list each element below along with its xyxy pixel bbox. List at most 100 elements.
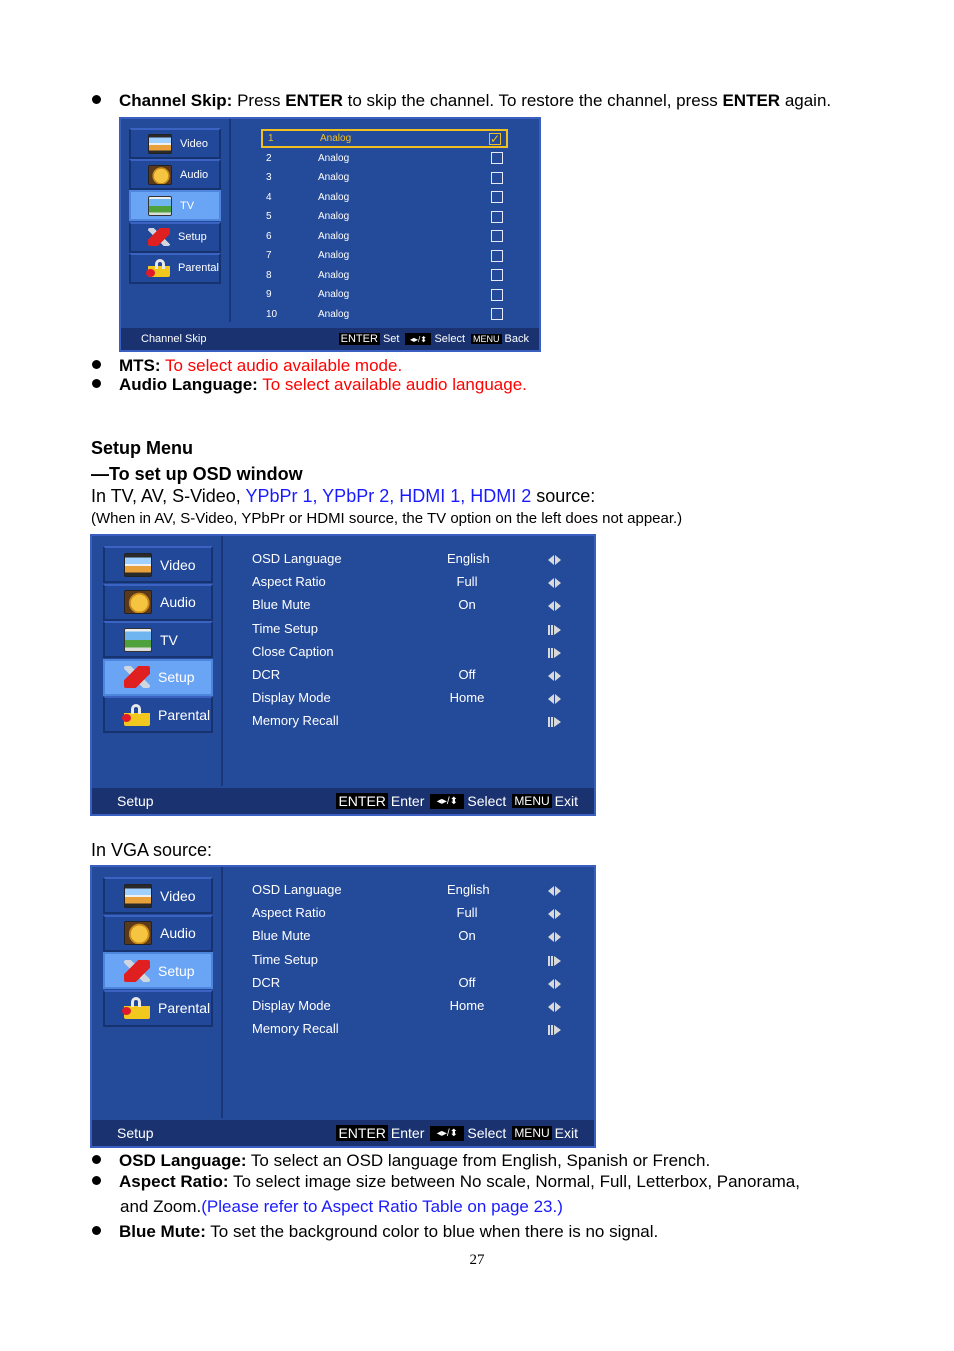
audio-icon <box>148 164 172 185</box>
checkbox-icon[interactable] <box>491 191 503 203</box>
setting-row-display-mode[interactable]: Display Mode Home <box>252 998 572 1016</box>
channel-type: Analog <box>318 211 350 222</box>
tv-icon <box>148 195 172 216</box>
parental-lock-icon <box>146 259 170 278</box>
setting-value: Off <box>458 667 476 682</box>
channel-row[interactable]: 6 Analog <box>261 227 508 246</box>
checkbox-checked-icon[interactable]: ✓ <box>489 132 501 145</box>
setting-value: Home <box>449 998 485 1013</box>
setting-row-time-setup[interactable]: Time Setup <box>252 952 572 970</box>
sidebar-item-parental[interactable]: Parental <box>103 696 213 734</box>
sidebar-item-setup[interactable]: Setup <box>129 221 221 253</box>
channel-row[interactable]: 7 Analog <box>261 246 508 265</box>
channel-row[interactable]: 10 Analog <box>261 305 508 324</box>
setting-row-blue-mute[interactable]: Blue Mute On <box>252 597 572 615</box>
setting-row-time-setup[interactable]: Time Setup <box>252 621 572 639</box>
left-right-arrow-icon[interactable] <box>548 600 564 612</box>
audio-icon <box>124 921 152 946</box>
setting-row-dcr[interactable]: DCR Off <box>252 975 572 993</box>
setting-label: Time Setup <box>252 951 318 967</box>
arrow-keys-icon: ◂▸/⬍ <box>430 793 465 809</box>
sidebar-item-parental[interactable]: Parental <box>129 252 221 284</box>
setup-icon <box>148 228 170 247</box>
submenu-arrow-icon[interactable] <box>548 955 564 967</box>
sidebar-item-video[interactable]: Video <box>129 128 221 159</box>
checkbox-icon[interactable] <box>491 308 503 320</box>
vga-caption: In VGA source: <box>91 840 213 860</box>
aspect-ratio-bullet: Aspect Ratio: To select image size betwe… <box>92 1172 800 1192</box>
sidebar-item-tv[interactable]: TV <box>103 621 213 659</box>
channel-row[interactable]: 4 Analog <box>261 188 508 207</box>
setting-row-memory-recall[interactable]: Memory Recall <box>252 1021 572 1039</box>
sidebar-item-label: Setup <box>178 231 207 244</box>
channel-type: Analog <box>318 230 350 242</box>
setting-row-osd-language[interactable]: OSD Language English <box>252 882 572 900</box>
channel-skip-bullet: Channel Skip: Press ENTER to skip the ch… <box>92 91 831 111</box>
checkbox-icon[interactable] <box>491 152 503 164</box>
channel-row[interactable]: 8 Analog <box>261 266 508 285</box>
channel-type: Analog <box>318 308 350 320</box>
checkbox-icon[interactable] <box>491 269 503 281</box>
left-right-arrow-icon[interactable] <box>548 670 564 682</box>
channel-number: 1 <box>268 133 274 144</box>
sidebar-item-audio[interactable]: Audio <box>129 159 221 191</box>
sidebar-item-audio[interactable]: Audio <box>103 583 213 621</box>
setting-row-aspect-ratio[interactable]: Aspect Ratio Full <box>252 905 572 923</box>
checkbox-icon[interactable] <box>491 249 503 262</box>
left-right-arrow-icon[interactable] <box>548 908 564 920</box>
submenu-arrow-icon[interactable] <box>548 1024 564 1036</box>
checkbox-icon[interactable] <box>491 288 503 301</box>
setting-row-blue-mute[interactable]: Blue Mute On <box>252 928 572 946</box>
channel-row[interactable]: 1 Analog ✓ <box>261 129 508 148</box>
channel-row[interactable]: 5 Analog <box>261 207 508 226</box>
video-icon <box>124 883 152 908</box>
channel-type: Analog <box>320 133 352 144</box>
page-number: 27 <box>469 1252 485 1268</box>
sidebar-item-tv[interactable]: TV <box>129 190 221 222</box>
submenu-arrow-icon[interactable] <box>548 624 564 636</box>
checkbox-icon[interactable] <box>491 230 503 242</box>
channel-type: Analog <box>318 172 350 183</box>
channel-type: Analog <box>318 289 350 300</box>
setting-row-display-mode[interactable]: Display Mode Home <box>252 690 572 708</box>
setting-label: Close Caption <box>252 643 334 659</box>
channel-row[interactable]: 2 Analog <box>261 149 508 168</box>
checkbox-icon[interactable] <box>491 171 503 184</box>
left-right-arrow-icon[interactable] <box>548 577 564 589</box>
left-right-arrow-icon[interactable] <box>548 978 564 990</box>
sidebar-item-video[interactable]: Video <box>103 546 213 583</box>
bullet-icon <box>92 360 101 369</box>
video-icon <box>148 133 172 154</box>
left-right-arrow-icon[interactable] <box>548 693 564 705</box>
sidebar-item-setup[interactable]: Setup <box>103 952 213 990</box>
mts-bullet: MTS: To select audio available mode. <box>92 356 402 376</box>
audio-language-bullet: Audio Language: To select available audi… <box>92 375 527 395</box>
left-right-arrow-icon[interactable] <box>548 885 564 897</box>
channel-row[interactable]: 3 Analog <box>261 168 508 187</box>
channel-row[interactable]: 9 Analog <box>261 285 508 304</box>
bullet-icon <box>92 1226 101 1235</box>
section-heading: Setup Menu <box>91 438 193 458</box>
setting-row-dcr[interactable]: DCR Off <box>252 667 572 685</box>
setting-value: Home <box>449 690 485 706</box>
sidebar-item-video[interactable]: Video <box>103 877 213 914</box>
left-right-arrow-icon[interactable] <box>548 1001 564 1013</box>
setting-row-osd-language[interactable]: OSD Language English <box>252 551 572 569</box>
setting-label: DCR <box>252 974 281 990</box>
menu-key: MENU <box>471 334 502 344</box>
left-right-arrow-icon[interactable] <box>548 554 564 566</box>
audio-icon <box>124 590 152 615</box>
setting-row-memory-recall[interactable]: Memory Recall <box>252 713 572 731</box>
left-right-arrow-icon[interactable] <box>548 931 564 943</box>
submenu-arrow-icon[interactable] <box>548 716 564 728</box>
sidebar-item-parental[interactable]: Parental <box>103 989 213 1027</box>
sidebar-item-audio[interactable]: Audio <box>103 914 213 952</box>
setting-row-close-caption[interactable]: Close Caption <box>252 644 572 662</box>
submenu-arrow-icon[interactable] <box>548 647 564 659</box>
parental-lock-icon <box>122 703 150 726</box>
setting-row-aspect-ratio[interactable]: Aspect Ratio Full <box>252 574 572 592</box>
checkbox-icon[interactable] <box>491 210 503 223</box>
enter-key: ENTER <box>338 333 380 345</box>
sidebar-item-setup[interactable]: Setup <box>103 658 213 696</box>
osd-footer: Channel Skip ENTER Set ◂▸/⬍ Select MENU … <box>121 328 539 350</box>
